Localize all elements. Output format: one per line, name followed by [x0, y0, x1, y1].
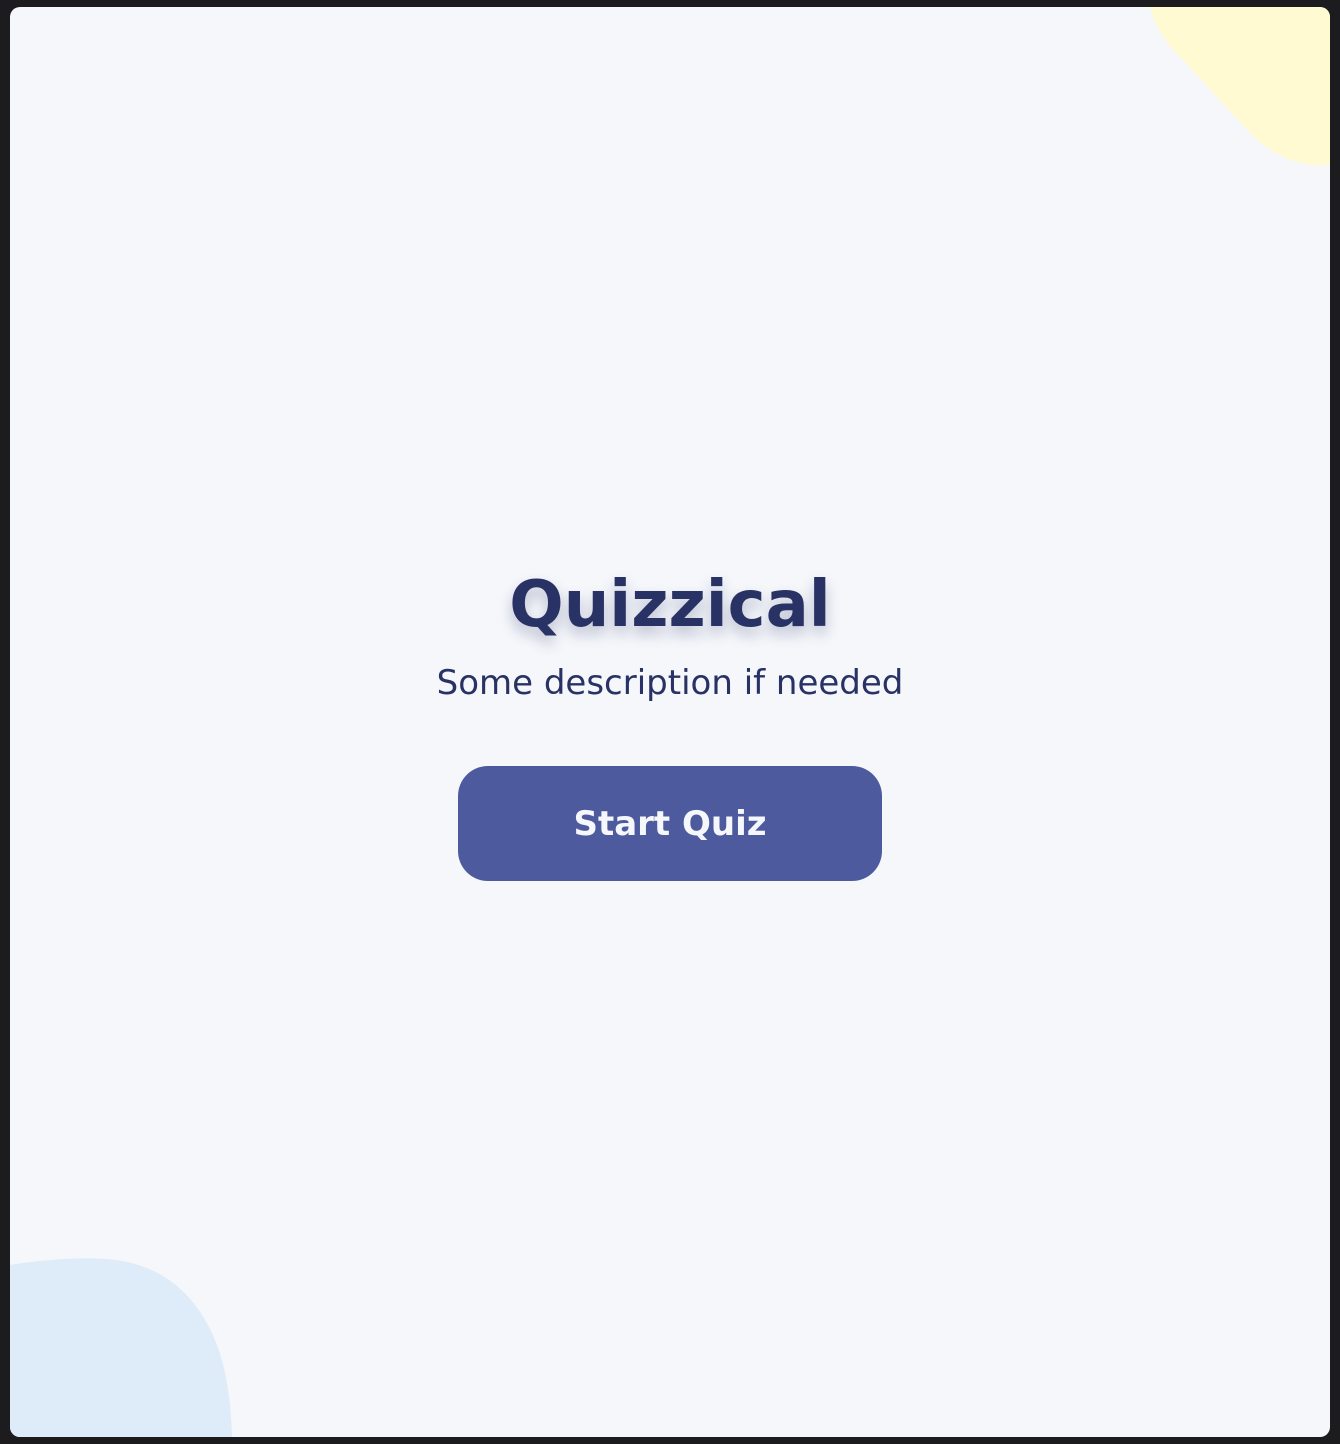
app-description: Some description if needed — [436, 663, 904, 703]
intro-screen: Quizzical Some description if needed Sta… — [10, 7, 1330, 1437]
start-quiz-button[interactable]: Start Quiz — [458, 766, 882, 881]
app-title: Quizzical — [509, 568, 831, 642]
app-window: Quizzical Some description if needed Sta… — [10, 7, 1330, 1437]
